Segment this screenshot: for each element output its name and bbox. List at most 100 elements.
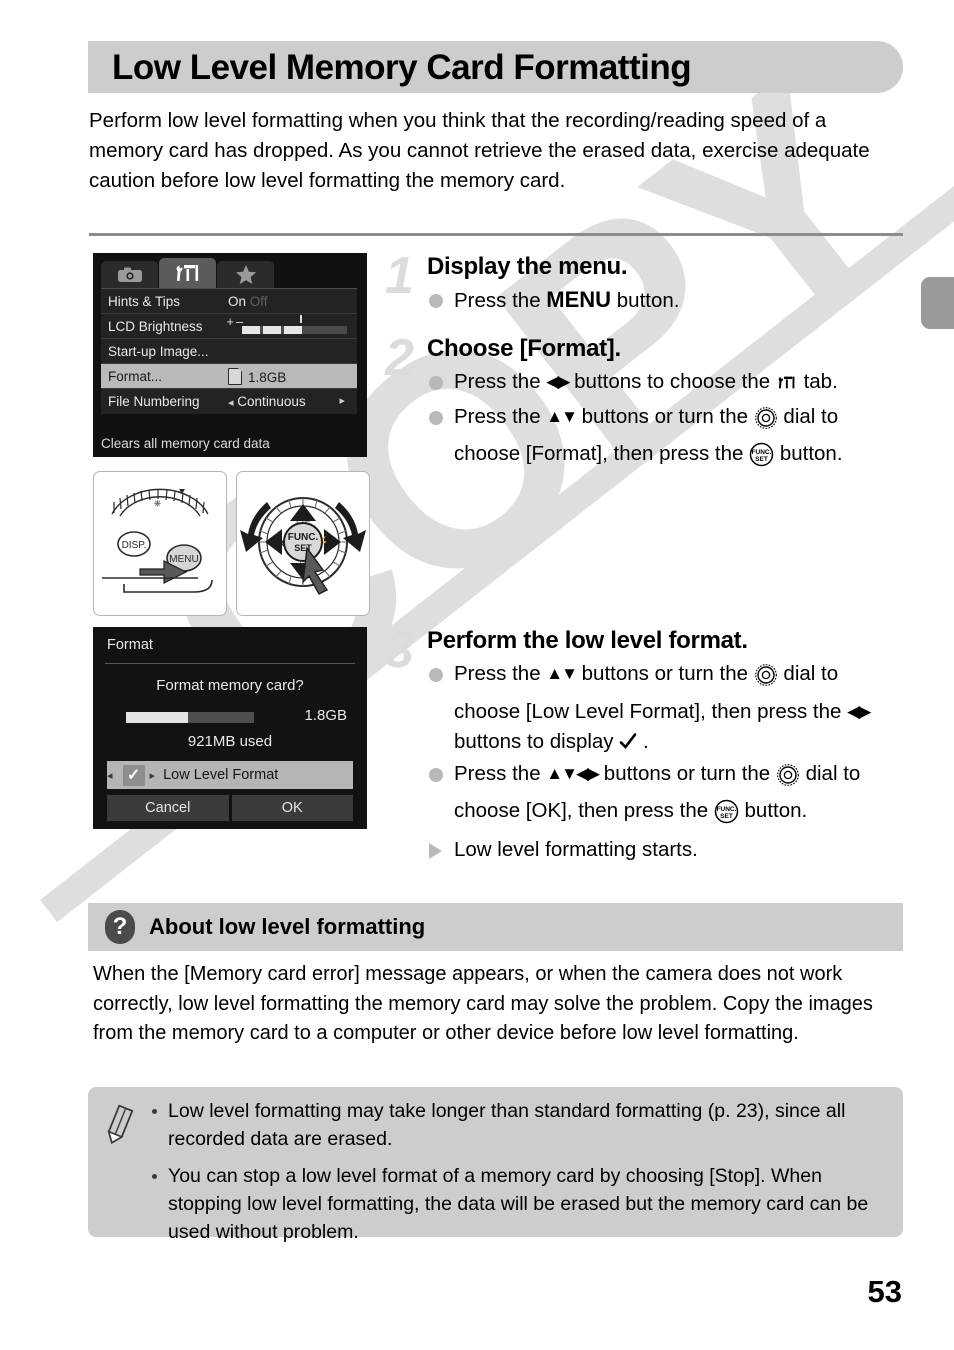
tab-shooting	[101, 261, 158, 288]
camera-icon	[117, 267, 142, 282]
tab-settings	[159, 258, 216, 288]
card-usage-gauge	[126, 712, 254, 723]
step-heading: Display the menu.	[427, 253, 628, 280]
func-set-icon: FUNC. SET	[714, 799, 739, 834]
func-set-icon: FUNC. SET	[749, 442, 774, 477]
step-number: 1	[385, 247, 414, 305]
cancel-button[interactable]: Cancel	[107, 795, 229, 821]
checkbox-checked-icon[interactable]: ✓	[122, 764, 145, 786]
chevron-left-icon[interactable]: ◂	[228, 397, 234, 409]
up-down-arrows-glyph: ▲▼	[546, 406, 578, 426]
step-2: 2 Choose [Format]. Press the ◀▶ buttons …	[385, 329, 905, 478]
low-level-format-option[interactable]: ◂ ✓ ▸ Low Level Format	[107, 761, 353, 789]
control-dial-icon	[776, 763, 800, 797]
text-fragment: Press the	[454, 761, 547, 785]
note-text: You can stop a low level format of a mem…	[168, 1165, 869, 1243]
note-item: You can stop a low level format of a mem…	[150, 1162, 885, 1246]
chevron-left-icon[interactable]: ◂	[107, 769, 113, 782]
format-dialog-screenshot: Format Format memory card? 1.8GB 921MB u…	[93, 627, 367, 829]
text-fragment: Press the	[454, 289, 547, 312]
menu-row-label: Start-up Image...	[108, 343, 209, 359]
svg-text:DISP.: DISP.	[122, 540, 147, 551]
rotate-left-arrow-icon	[240, 502, 271, 552]
step-body: Press the ◀▶ buttons to choose the tab. …	[427, 367, 905, 477]
star-icon	[235, 265, 256, 284]
note-bullet-icon	[152, 1109, 157, 1114]
svg-text:SET: SET	[755, 456, 768, 463]
step-3: 3 Perform the low level format. Press th…	[385, 621, 905, 866]
checkmark-icon	[619, 730, 637, 749]
brightness-center-tick	[300, 314, 302, 323]
step-bullet: Press the ▲▼ buttons or turn the dial to…	[427, 402, 905, 477]
bullet-dot-icon	[429, 668, 443, 682]
settings-tab-icon	[776, 370, 798, 401]
memory-card-icon	[228, 367, 242, 385]
rotate-right-arrow-icon	[335, 502, 366, 552]
card-used-label: 921MB used	[187, 733, 273, 750]
menu-row-label: File Numbering	[108, 394, 200, 409]
svg-text:SET: SET	[720, 813, 733, 820]
text-fragment: Press the	[454, 662, 547, 685]
menu-row-label: LCD Brightness	[108, 318, 203, 334]
step-body: Press the MENU button.	[427, 285, 905, 317]
format-dialog-buttons: Cancel OK	[107, 795, 353, 821]
step-1: 1 Display the menu. Press the MENU butto…	[385, 247, 905, 318]
note-bullet-icon	[152, 1174, 157, 1179]
step-bullet: Press the MENU button.	[427, 285, 905, 317]
left-right-arrows-glyph: ◀▶	[847, 701, 871, 721]
menu-row-label: Format...	[108, 368, 163, 384]
menu-row-value: ◂ Continuous ▸	[228, 394, 357, 409]
step-number: 3	[385, 621, 414, 679]
menu-row-format[interactable]: Format... 1.8GB	[101, 364, 357, 389]
menu-row-value: – +	[226, 314, 357, 334]
power-icon: ⎈	[154, 498, 161, 508]
menu-item-list: Hints & Tips On Off LCD Brightness – + S…	[101, 288, 357, 414]
section-divider	[89, 233, 903, 236]
text-fragment: buttons or turn the	[575, 404, 754, 428]
text-fragment: Press the	[454, 404, 547, 428]
step-bullet: Press the ◀▶ buttons to choose the tab.	[427, 367, 905, 401]
text-fragment: buttons to display	[454, 730, 620, 753]
step-result: Low level formatting starts.	[427, 835, 905, 866]
step-bullet: Press the ▲▼ buttons or turn the dial to…	[427, 659, 905, 758]
svg-text:MENU: MENU	[169, 554, 198, 565]
chapter-edge-tab	[921, 277, 954, 329]
brightness-fill	[242, 325, 305, 334]
bullet-dot-icon	[429, 410, 443, 425]
four-way-arrows-glyph: ▲▼◀▶	[546, 763, 600, 783]
chevron-right-icon[interactable]: ▸	[339, 394, 345, 407]
bullet-dot-icon	[429, 376, 443, 390]
ok-button[interactable]: OK	[231, 795, 353, 821]
notes-list: Low level formatting may take longer tha…	[150, 1097, 885, 1255]
format-dialog-question: Format memory card?	[156, 677, 304, 694]
question-mark-icon: ?	[105, 910, 135, 944]
card-capacity-label: 1.8GB	[304, 707, 347, 724]
tips-heading: About low level formatting	[149, 914, 426, 939]
bullet-dot-icon	[429, 294, 443, 308]
tips-body: When the [Memory card error] message app…	[93, 963, 873, 1044]
menu-row-hints-tips[interactable]: Hints & Tips On Off	[101, 289, 357, 314]
menu-row-startup-image[interactable]: Start-up Image...	[101, 339, 357, 364]
svg-text:FUNC.: FUNC.	[752, 449, 772, 456]
text-fragment: buttons or turn the	[598, 761, 776, 785]
step-heading: Perform the low level format.	[427, 627, 748, 654]
menu-row-file-numbering[interactable]: File Numbering ◂ Continuous ▸	[101, 389, 357, 414]
result-triangle-icon	[429, 842, 442, 859]
menu-help-text: Clears all memory card data	[101, 436, 270, 451]
chevron-right-icon[interactable]: ▸	[150, 769, 156, 782]
svg-text:FUNC.: FUNC.	[716, 806, 736, 813]
format-dialog-divider	[105, 663, 355, 664]
low-level-format-label: Low Level Format	[163, 767, 279, 783]
illustration-menu-button: ⎈ DISP. MENU	[93, 471, 227, 616]
format-capacity: 1.8GB	[248, 369, 287, 385]
step-body: Press the ▲▼ buttons or turn the dial to…	[427, 659, 905, 865]
menu-row-value: 1.8GB	[228, 367, 357, 385]
menu-row-lcd-brightness[interactable]: LCD Brightness – +	[101, 314, 357, 339]
text-fragment: buttons or turn the	[575, 662, 754, 685]
text-fragment: .	[637, 730, 649, 753]
svg-text:FUNC.: FUNC.	[288, 532, 319, 543]
up-down-arrows-glyph: ▲▼	[546, 664, 578, 683]
tips-header: ? About low level formatting	[88, 903, 903, 951]
text-fragment: Press the	[454, 370, 547, 393]
step-number: 2	[385, 329, 414, 387]
